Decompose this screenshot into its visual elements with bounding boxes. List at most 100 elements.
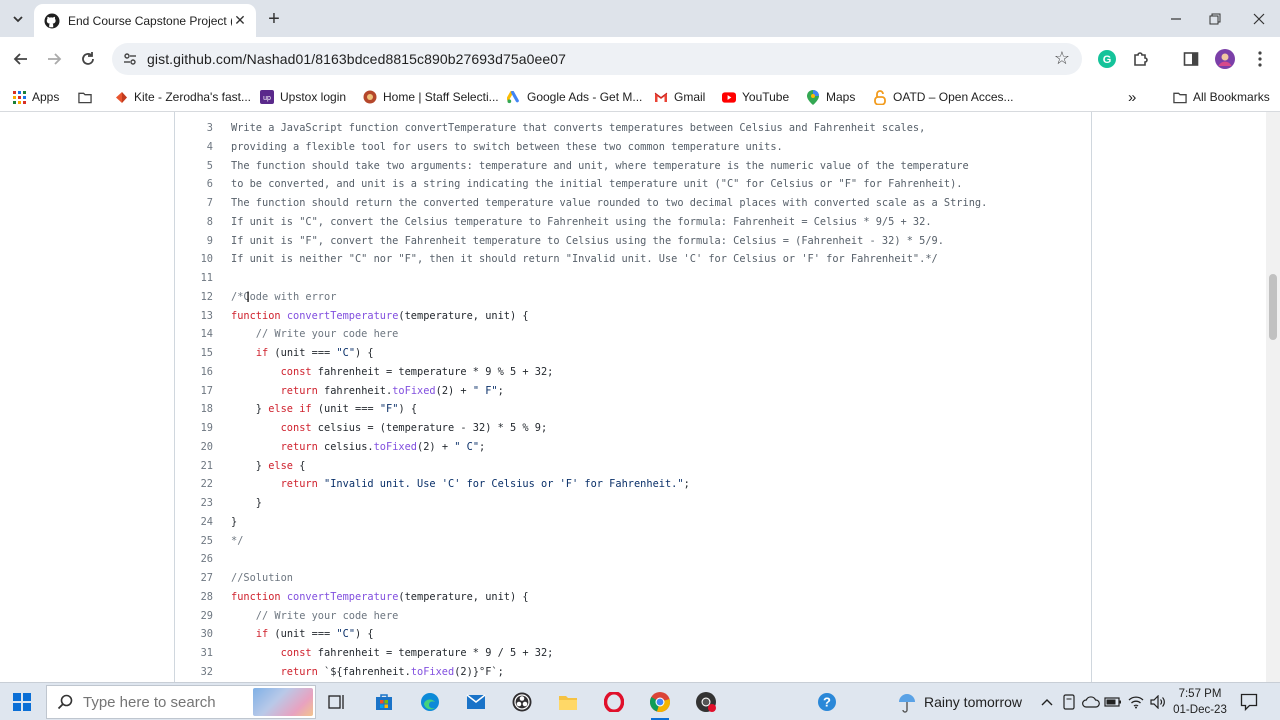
line-content: } — [231, 497, 262, 509]
line-number: 18 — [200, 403, 213, 416]
tray-device[interactable] — [1060, 693, 1078, 711]
all-bookmarks-button[interactable]: All Bookmarks — [1173, 87, 1270, 107]
search-highlight-image — [253, 688, 313, 716]
bookmark-gmail[interactable]: Gmail — [654, 87, 705, 107]
grammarly-extension-button[interactable]: G — [1097, 49, 1117, 69]
reload-button[interactable] — [75, 46, 101, 72]
taskbar-edge[interactable] — [417, 690, 443, 714]
show-hidden-icons-button[interactable] — [1038, 693, 1056, 711]
code-line: 11 — [175, 269, 1091, 288]
notification-center-button[interactable] — [1240, 693, 1258, 712]
address-bar[interactable]: gist.github.com/Nashad01/8163bdced8815c8… — [112, 43, 1082, 75]
taskbar-search[interactable] — [46, 685, 316, 719]
bookmark-upstox[interactable]: up Upstox login — [260, 87, 346, 107]
browser-menu-button[interactable] — [1250, 49, 1270, 69]
browser-tab-active[interactable]: End Course Capstone Project (N ✕ — [34, 4, 256, 37]
svg-text:up: up — [263, 95, 271, 102]
tray-wifi[interactable] — [1127, 693, 1145, 711]
weather-text: Rainy tomorrow — [924, 694, 1023, 710]
taskbar-mail[interactable] — [463, 690, 489, 714]
bookmark-star-icon[interactable]: ☆ — [1054, 48, 1070, 69]
line-number: 14 — [200, 328, 213, 341]
taskbar-opera[interactable] — [601, 690, 627, 714]
obs-icon — [512, 692, 532, 712]
extensions-button[interactable] — [1131, 49, 1151, 69]
line-content: //Solution — [231, 572, 293, 584]
youtube-icon — [722, 90, 736, 104]
code-line: 31 const fahrenheit = temperature * 9 / … — [175, 644, 1091, 663]
forward-button[interactable] — [41, 46, 67, 72]
code-line: 5 The function should take two arguments:… — [175, 157, 1091, 176]
taskbar-file-explorer[interactable] — [555, 690, 581, 714]
bookmarks-overflow-button[interactable]: » — [1128, 87, 1136, 107]
weather-widget[interactable]: Rainy tomorrow — [896, 691, 1022, 713]
line-content: */ — [231, 534, 244, 547]
new-tab-button[interactable]: + — [262, 7, 286, 31]
scrollbar-thumb[interactable] — [1269, 274, 1277, 340]
upstox-icon: up — [260, 90, 274, 104]
tray-battery[interactable] — [1104, 693, 1122, 711]
line-number: 10 — [200, 253, 213, 266]
code-line: 6 to be converted, and unit is a string i… — [175, 175, 1091, 194]
bookmark-kite[interactable]: Kite - Zerodha's fast... — [114, 87, 251, 107]
folder-icon — [1173, 90, 1187, 104]
windows-start-icon[interactable] — [13, 693, 31, 711]
bookmark-folder[interactable] — [78, 87, 98, 107]
taskbar-obs[interactable] — [509, 690, 535, 714]
code-line: 15 if (unit === "C") { — [175, 344, 1091, 363]
taskbar-help[interactable]: ? — [814, 690, 840, 714]
google-ads-icon — [507, 90, 521, 104]
restore-button[interactable] — [1203, 7, 1227, 31]
taskbar-chrome[interactable] — [647, 690, 673, 720]
site-info-icon[interactable] — [122, 51, 138, 67]
reload-icon — [82, 52, 94, 65]
code-line: 3 Write a JavaScript function convertTemp… — [175, 119, 1091, 138]
line-number: 28 — [200, 590, 213, 603]
bookmark-google-ads[interactable]: Google Ads - Get M... — [507, 87, 642, 107]
minimize-button[interactable] — [1164, 7, 1188, 31]
bookmark-oatd[interactable]: OATD – Open Acces... — [873, 87, 1014, 107]
bookmark-ssc[interactable]: Home | Staff Selecti... — [363, 87, 499, 107]
oatd-icon — [873, 89, 887, 105]
code-line: 30 if (unit === "C") { — [175, 625, 1091, 644]
url-text[interactable]: gist.github.com/Nashad01/8163bdced8815c8… — [147, 51, 566, 67]
bookmark-maps[interactable]: Maps — [806, 87, 855, 107]
line-content: return `${fahrenheit.toFixed(2)}°F`; — [280, 665, 504, 678]
line-number: 8 — [206, 215, 213, 228]
code-line: 22 return "Invalid unit. Use 'C' for Cel… — [175, 475, 1091, 494]
code-line: 14 // Write your code here — [175, 325, 1091, 344]
rainy-weather-icon — [899, 694, 915, 713]
code-line: 26 — [175, 550, 1091, 569]
close-window-button[interactable] — [1247, 7, 1271, 31]
tab-search-button[interactable] — [6, 7, 30, 31]
bookmark-youtube[interactable]: YouTube — [722, 87, 789, 107]
page-scrollbar[interactable] — [1266, 112, 1280, 682]
cloud-icon — [1082, 696, 1100, 708]
tray-volume[interactable] — [1149, 693, 1167, 711]
close-tab-icon[interactable]: ✕ — [232, 12, 248, 29]
line-number: 6 — [206, 178, 213, 191]
taskbar-chrome-profile[interactable] — [693, 690, 719, 714]
line-number: 16 — [200, 365, 213, 378]
bookmark-apps[interactable]: Apps — [12, 87, 59, 107]
taskbar-clock[interactable]: 7:57 PM 01-Dec-23 — [1172, 686, 1228, 718]
line-number: 25 — [200, 534, 213, 547]
task-view-button[interactable] — [324, 690, 350, 714]
line-content: Write a JavaScript function convertTempe… — [231, 122, 926, 134]
bookmark-label: Upstox login — [280, 90, 347, 104]
side-panel-button[interactable] — [1181, 49, 1201, 69]
line-number: 12 — [200, 290, 213, 303]
tab-title: End Course Capstone Project (N — [68, 13, 232, 28]
tray-onedrive[interactable] — [1082, 693, 1100, 711]
code-line: 12/*Code with error — [175, 288, 1091, 307]
back-button[interactable] — [8, 46, 34, 72]
line-content: const fahrenheit = temperature * 9 % 5 +… — [280, 365, 554, 378]
line-number: 20 — [200, 440, 213, 453]
line-number: 5 — [206, 159, 213, 172]
profile-avatar[interactable] — [1215, 49, 1235, 69]
tab-strip: End Course Capstone Project (N ✕ + — [0, 0, 1280, 37]
taskbar-search-input[interactable] — [83, 693, 243, 711]
line-content: const fahrenheit = temperature * 9 / 5 +… — [280, 647, 554, 659]
gmail-icon — [654, 90, 668, 104]
taskbar-microsoft-store[interactable] — [371, 690, 397, 714]
